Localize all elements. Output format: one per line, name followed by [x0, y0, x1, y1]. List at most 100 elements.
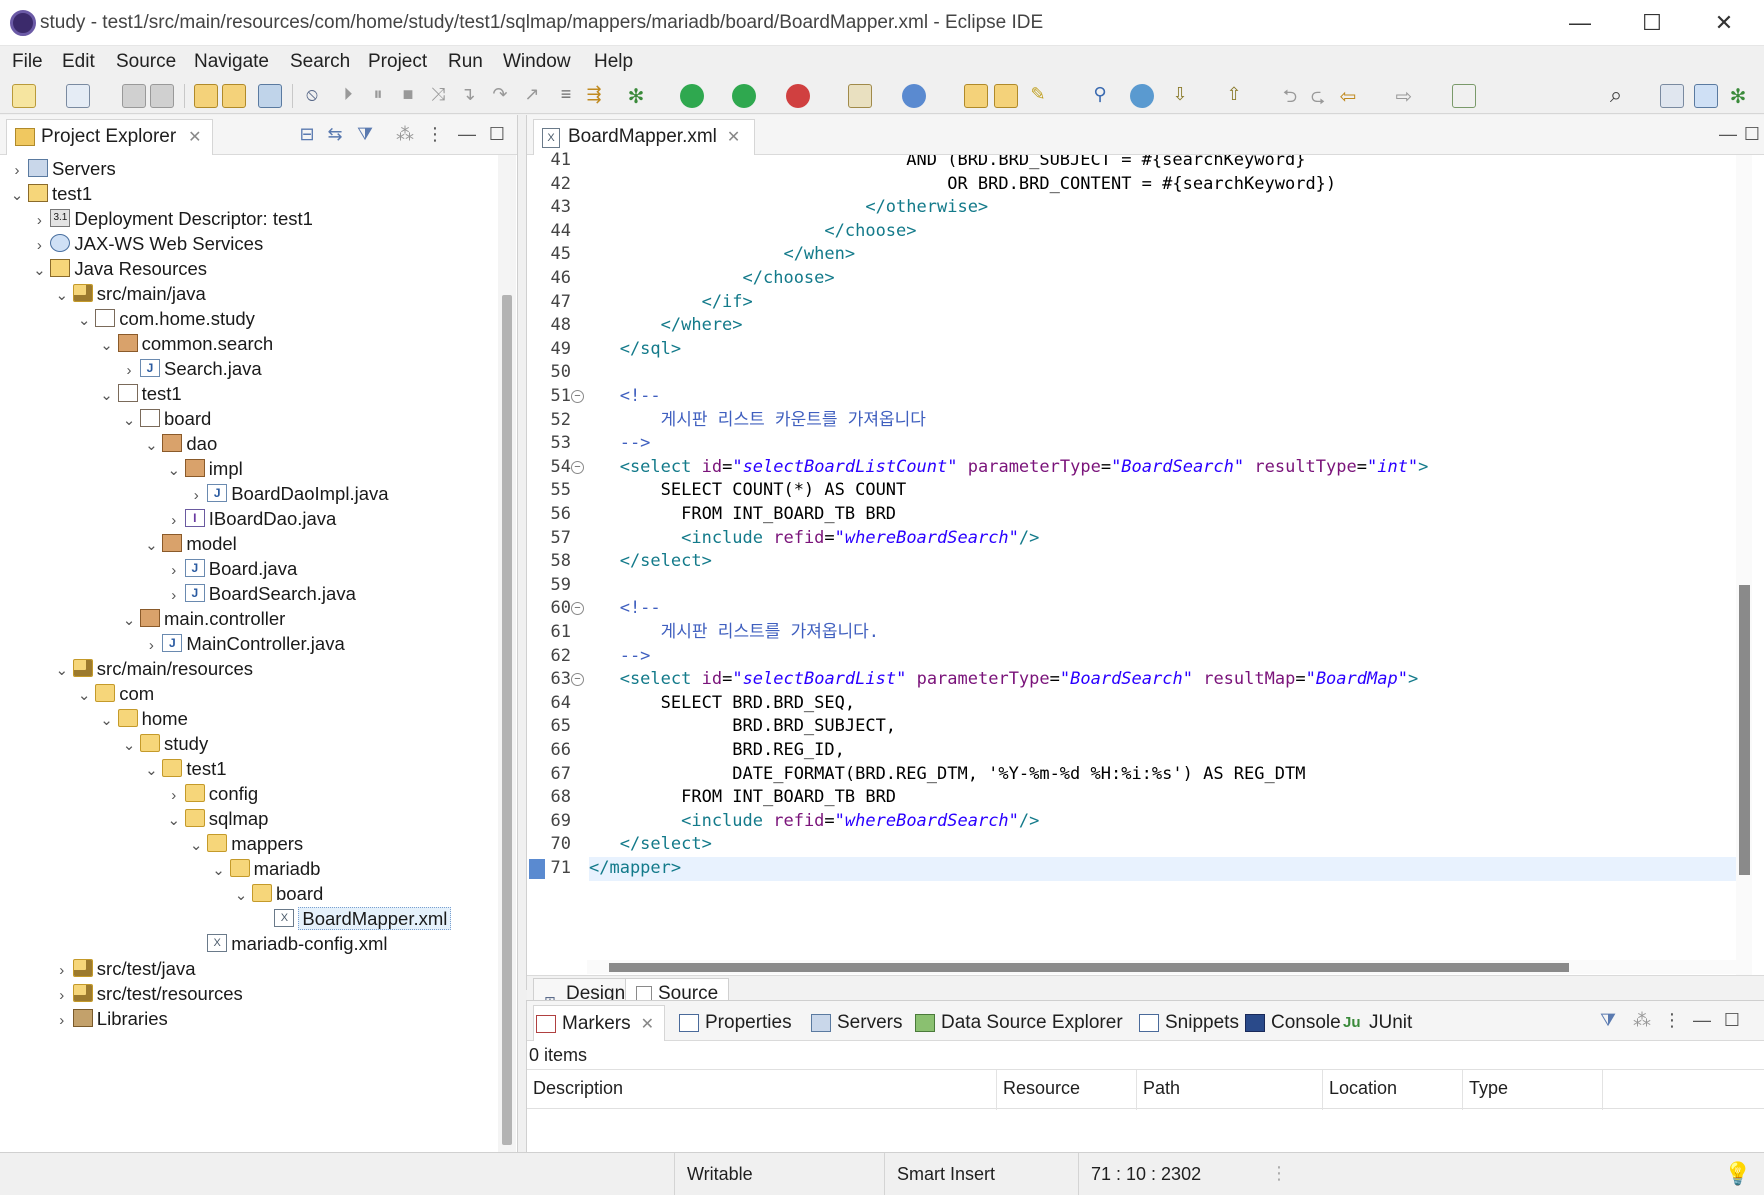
tree-item[interactable]: ⌄ test1	[142, 756, 226, 781]
lightbulb-icon[interactable]: 💡	[1724, 1161, 1751, 1187]
chevron-down-icon[interactable]: ⌄	[120, 408, 138, 433]
next-annotation-icon[interactable]: ⇩	[1168, 84, 1192, 108]
code-line[interactable]: BRD.REG_ID,	[589, 739, 845, 763]
code-line[interactable]: SELECT BRD.BRD_SEQ,	[589, 692, 855, 716]
code-line[interactable]: </sql>	[589, 338, 681, 362]
chevron-right-icon[interactable]: ›	[30, 208, 48, 233]
fold-toggle-icon[interactable]: −	[571, 602, 584, 616]
chevron-down-icon[interactable]: ⌄	[98, 708, 116, 733]
menu-file[interactable]: File	[12, 51, 43, 73]
code-line[interactable]: BRD.BRD_SUBJECT,	[589, 715, 896, 739]
code-line[interactable]: SELECT COUNT(*) AS COUNT	[589, 479, 907, 503]
project-explorer-tab[interactable]: Project Explorer ✕	[6, 119, 213, 155]
code-line[interactable]: </if>	[589, 291, 753, 315]
search-type-icon[interactable]: ⚲	[1088, 84, 1112, 108]
chevron-right-icon[interactable]: ›	[187, 483, 205, 508]
maximize-button[interactable]: ☐	[1628, 8, 1676, 38]
external-tools-icon[interactable]	[786, 84, 810, 108]
chevron-down-icon[interactable]: ⌄	[165, 458, 183, 483]
chevron-down-icon[interactable]: ⌄	[187, 833, 205, 858]
code-line[interactable]: AND (BRD.BRD_SUBJECT = #{searchKeyword}	[589, 155, 1305, 173]
column-description[interactable]: Description	[527, 1070, 997, 1110]
chevron-down-icon[interactable]: ⌄	[75, 308, 93, 333]
resume-icon[interactable]: ⏵	[336, 84, 360, 108]
code-line[interactable]: OR BRD.BRD_CONTENT = #{searchKeyword})	[589, 173, 1336, 197]
run-icon[interactable]	[680, 84, 704, 108]
code-line[interactable]: </where>	[589, 314, 743, 338]
view-menu-icon[interactable]: ⋮	[424, 123, 446, 145]
chevron-right-icon[interactable]: ›	[53, 958, 71, 983]
open-type-icon[interactable]	[194, 84, 218, 108]
chevron-down-icon[interactable]: ⌄	[8, 183, 26, 208]
chevron-down-icon[interactable]: ⌄	[30, 258, 48, 283]
forward-edit-icon[interactable]: ⮎	[1306, 84, 1330, 108]
tree-item[interactable]: ⌄ study	[120, 731, 209, 756]
fold-toggle-icon[interactable]: −	[571, 460, 584, 474]
menu-source[interactable]: Source	[116, 51, 176, 73]
close-window-button[interactable]: ✕	[1700, 8, 1748, 38]
minimize-editor-icon[interactable]: —	[1717, 123, 1739, 145]
close-icon[interactable]: ✕	[188, 129, 201, 146]
step-into-icon[interactable]: ↴	[456, 84, 480, 108]
tree-item[interactable]: X BoardMapper.xml	[254, 906, 452, 931]
chevron-right-icon[interactable]: ›	[165, 508, 183, 533]
tree-item[interactable]: › J BoardDaoImpl.java	[187, 481, 389, 508]
chevron-down-icon[interactable]: ⌄	[98, 333, 116, 358]
editor-horizontal-scrollbar[interactable]	[587, 960, 1737, 974]
menu-search[interactable]: Search	[290, 51, 350, 73]
maximize-view-icon[interactable]: ☐	[486, 123, 508, 145]
tree-item[interactable]: › JAX-WS Web Services	[30, 231, 263, 256]
tree-item[interactable]: ⌄ sqlmap	[165, 806, 269, 831]
code-line[interactable]: FROM INT_BOARD_TB BRD	[589, 786, 896, 810]
back-icon[interactable]: ⇦	[1336, 84, 1360, 108]
tree-item[interactable]: ⌄ dao	[142, 431, 217, 456]
tree-item[interactable]: › J MainController.java	[142, 631, 345, 658]
editor-vertical-scrollbar[interactable]	[1736, 155, 1752, 975]
view-menu-icon[interactable]: ⋮	[1661, 1009, 1683, 1031]
tree-item[interactable]: ⌄ com	[75, 681, 154, 706]
disconnect-icon[interactable]: ⤨	[426, 84, 450, 108]
terminal-icon[interactable]	[258, 84, 282, 108]
tree-item[interactable]: ⌄ impl	[165, 456, 243, 481]
new-icon[interactable]	[12, 84, 36, 108]
code-editor[interactable]: AND (BRD.BRD_SUBJECT = #{searchKeyword} …	[587, 155, 1737, 975]
chevron-down-icon[interactable]: ⌄	[120, 608, 138, 633]
chevron-down-icon[interactable]: ⌄	[232, 883, 250, 908]
tree-item[interactable]: › config	[165, 781, 258, 806]
word-wrap-icon[interactable]: ≡	[554, 84, 578, 108]
tree-item[interactable]: ⌄ com.home.study	[75, 306, 255, 331]
tab-console[interactable]: Console	[1243, 1005, 1341, 1041]
chevron-down-icon[interactable]: ⌄	[210, 858, 228, 883]
terminate-icon[interactable]: ■	[396, 84, 420, 108]
column-resource[interactable]: Resource	[997, 1070, 1137, 1110]
focus-icon[interactable]: ⁂	[394, 123, 416, 145]
step-return-icon[interactable]: ↗	[520, 84, 544, 108]
chevron-down-icon[interactable]: ⌄	[142, 533, 160, 558]
tree-item[interactable]: ⌄ src/main/java	[53, 281, 206, 306]
code-line[interactable]: <!--	[589, 385, 661, 409]
minimize-button[interactable]: —	[1556, 8, 1604, 38]
browser-icon[interactable]	[1130, 84, 1154, 108]
chevron-right-icon[interactable]: ›	[53, 1008, 71, 1033]
code-line[interactable]: FROM INT_BOARD_TB BRD	[589, 503, 896, 527]
menu-run[interactable]: Run	[448, 51, 483, 73]
tab-servers[interactable]: Servers	[809, 1005, 902, 1041]
save-icon[interactable]	[122, 84, 146, 108]
status-cursor-position[interactable]: 71 : 10 : 2302	[1078, 1153, 1278, 1195]
tree-item[interactable]: Xmariadb-config.xml	[187, 931, 387, 956]
suspend-icon[interactable]: ⏸	[366, 84, 390, 108]
tab-snippets[interactable]: Snippets	[1137, 1005, 1239, 1041]
link-with-editor-icon[interactable]: ⇆	[324, 123, 346, 145]
skip-breakpoints-icon[interactable]: ⦸	[300, 84, 324, 108]
chevron-right-icon[interactable]: ›	[142, 633, 160, 658]
code-line[interactable]: DATE_FORMAT(BRD.REG_DTM, '%Y-%m-%d %H:%i…	[589, 763, 1305, 787]
maximize-view-icon[interactable]: ☐	[1721, 1009, 1743, 1031]
tree-item[interactable]: ⌄ mappers	[187, 831, 303, 856]
tree-item[interactable]: › src/test/resources	[53, 981, 243, 1006]
code-line[interactable]: </select>	[589, 833, 712, 857]
chevron-right-icon[interactable]: ›	[165, 583, 183, 608]
fold-toggle-icon[interactable]: −	[571, 390, 584, 403]
code-line[interactable]: </choose>	[589, 220, 916, 244]
tree-item[interactable]: ⌄ board	[232, 881, 324, 908]
tab-data-source-explorer[interactable]: Data Source Explorer	[913, 1005, 1123, 1041]
